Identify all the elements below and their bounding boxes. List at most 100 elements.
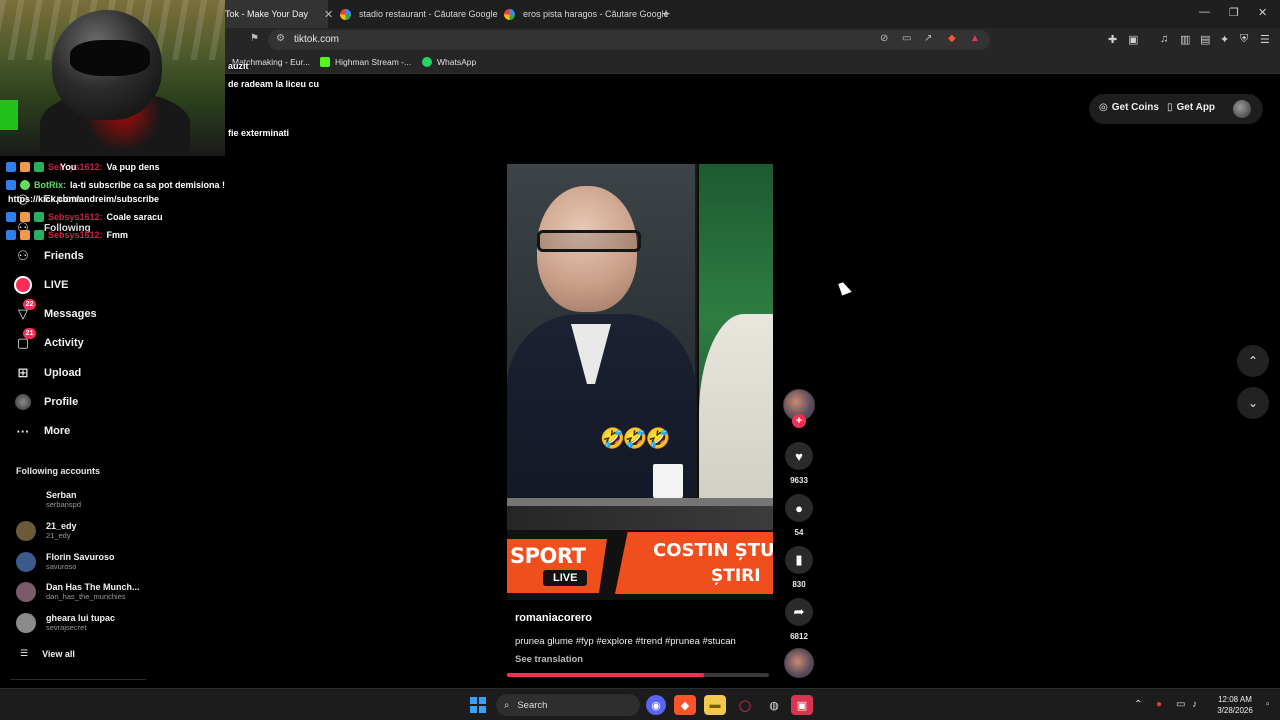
header-actions: ◎ Get Coins ▯ Get App <box>1089 94 1263 124</box>
volume-icon[interactable]: ♪ <box>1192 699 1197 710</box>
music-disc-icon[interactable] <box>784 648 814 678</box>
get-app-button[interactable]: ▯ Get App <box>1167 102 1215 113</box>
mouse-cursor <box>838 280 852 296</box>
share-icon[interactable]: ↗ <box>924 33 932 44</box>
sidebar-item-for-you-partial[interactable]: You <box>60 162 76 172</box>
follow-plus-icon[interactable]: + <box>792 414 806 428</box>
close-window-icon[interactable]: ✕ <box>1258 6 1267 19</box>
comment-button[interactable]: ● <box>785 494 813 522</box>
account-name: Dan Has The Munch... <box>46 582 140 592</box>
site-settings-icon[interactable]: ⚙ <box>276 33 285 44</box>
activity-icon: ▢ 21 <box>14 328 36 352</box>
see-translation-link[interactable]: See translation <box>515 654 583 665</box>
sidebar-item-upload[interactable]: ⊞ Upload <box>14 364 82 382</box>
tray-overflow-icon[interactable]: ⌃ <box>1134 699 1142 710</box>
comment-count: 54 <box>794 528 804 537</box>
network-icon[interactable]: ▭ <box>1176 699 1185 710</box>
previous-video-button[interactable]: ⌃ <box>1237 345 1269 377</box>
bookmark-label: WhatsApp <box>437 57 477 67</box>
restore-icon[interactable]: ❐ <box>1229 6 1239 19</box>
bookmark-label: Highman Stream -... <box>335 57 412 67</box>
extensions-icon[interactable]: ✚ <box>1108 33 1117 46</box>
chat-link-text: https://kick.com/andreim/subscribe <box>8 194 160 204</box>
next-video-button[interactable]: ⌄ <box>1237 387 1269 419</box>
discord-icon[interactable]: ◉ <box>646 695 666 715</box>
tab-tiktok[interactable]: Tok - Make Your Day ✕ <box>215 0 333 28</box>
avatar <box>16 613 36 633</box>
wallet2-icon[interactable]: ▤ <box>1200 33 1210 46</box>
sidebar-item-more[interactable]: ··· More <box>14 422 71 440</box>
windows-taskbar: ⌕ Search ◉ ◆ ▬ ◯ ◍ ▣ ⌃ ● ▭ ♪ 12:08 AM 3/… <box>0 688 1280 720</box>
chat-message: BotRix: la-ti subscribe ca sa pot demisi… <box>6 180 225 190</box>
chat-link: https://kick.com/andreim/subscribe <box>8 194 159 204</box>
windows-start-icon[interactable] <box>470 697 486 713</box>
avatar <box>16 552 36 572</box>
sidebar-item-activity[interactable]: ▢ 21 Activity <box>14 328 84 352</box>
vpn-icon[interactable]: ⛨ <box>1240 33 1248 46</box>
account-name: Florin Savuroso <box>46 552 115 562</box>
brave-rewards-icon[interactable]: ▲ <box>970 33 980 44</box>
minimize-icon[interactable]: — <box>1199 6 1210 18</box>
google-icon <box>340 8 351 20</box>
view-all-button[interactable]: ☰ View all <box>20 648 75 659</box>
app-icon[interactable]: ▣ <box>791 695 813 715</box>
following-account-dan-has-the-munchies[interactable]: Dan Has The Munch... dan_has_the_munchie… <box>16 582 140 602</box>
chat-username: Sebsys1612: <box>48 212 103 222</box>
brave-icon[interactable]: ◆ <box>674 695 696 715</box>
sidebar-item-messages[interactable]: ▽ 22 Messages <box>14 299 97 323</box>
avatar <box>16 582 36 602</box>
bookmark-whatsapp[interactable]: WhatsApp <box>422 57 476 67</box>
video-progress-bar[interactable] <box>507 673 769 677</box>
sidebar-item-friends[interactable]: ⚇ Friends <box>14 247 84 265</box>
activity-badge: 21 <box>23 328 36 339</box>
helmet-visor <box>70 40 150 76</box>
microphone-icon[interactable]: ● <box>1156 699 1162 710</box>
media-icon[interactable]: ♫ <box>1160 33 1168 45</box>
following-account-serban[interactable]: Serban serbanspd <box>16 490 81 510</box>
file-explorer-icon[interactable]: ▬ <box>704 695 726 715</box>
following-account-21-edy[interactable]: 21_edy 21_edy <box>16 521 77 541</box>
taskbar-search[interactable]: ⌕ Search <box>496 694 640 716</box>
sidebar-divider <box>10 679 146 680</box>
badge-icon <box>6 180 16 190</box>
get-coins-button[interactable]: ◎ Get Coins <box>1099 102 1159 113</box>
save-button[interactable]: ▮ <box>785 546 813 574</box>
following-account-gheara-lui-tupac[interactable]: gheara lui tupac sevrajsecret <box>16 613 115 633</box>
google-icon <box>504 8 515 20</box>
opera-icon[interactable]: ◯ <box>734 695 756 715</box>
chevron-down-icon: ⌄ <box>1247 396 1259 410</box>
bookmark-icon[interactable]: ⚑ <box>250 33 259 44</box>
comment-icon: ● <box>795 500 803 516</box>
steam-icon[interactable]: ◍ <box>763 695 785 715</box>
sidebar-toggle-icon[interactable]: ▥ <box>1180 33 1190 46</box>
leo-ai-icon[interactable]: ✦ <box>1220 33 1229 46</box>
sidebar-item-live[interactable]: LIVE <box>14 276 68 294</box>
menu-icon[interactable]: ☰ <box>1260 33 1270 46</box>
video-player[interactable]: 🤣🤣🤣 SPORT LIVE COSTIN ȘTUC ȘTIRI <box>507 164 773 600</box>
user-avatar[interactable] <box>1233 100 1251 118</box>
bookmark-highman-stream[interactable]: Highman Stream -... <box>320 57 411 67</box>
tab-stadio-restaurant[interactable]: stadio restaurant - Căutare Google <box>330 0 498 28</box>
video-progress-fill <box>507 673 704 677</box>
taskbar-clock[interactable]: 12:08 AM 3/28/2026 <box>1208 694 1262 716</box>
notifications-icon[interactable]: ▫ <box>1266 699 1270 710</box>
sidebar-item-label: Upload <box>44 367 82 379</box>
banner-sport-text: SPORT <box>510 544 586 568</box>
new-tab-icon[interactable]: + <box>662 5 670 21</box>
tracking-off-icon[interactable]: ⊘ <box>880 33 888 44</box>
badge-icon <box>20 162 30 172</box>
sidebar-item-profile[interactable]: Profile <box>14 393 78 411</box>
cast-icon[interactable]: ▭ <box>902 33 911 44</box>
brave-shields-icon[interactable]: ◆ <box>948 33 956 44</box>
wallet-icon[interactable]: ▣ <box>1128 33 1138 46</box>
tab-eros-pista[interactable]: eros pista haragos - Căutare Google <box>494 0 669 28</box>
omnibox[interactable]: ⚙ tiktok.com ⊘ ▭ ↗ ◆ ▲ <box>268 30 990 50</box>
url-text[interactable]: tiktok.com <box>294 34 339 45</box>
following-account-florin-savuroso[interactable]: Florin Savuroso savuroso <box>16 552 115 572</box>
video-author[interactable]: romaniacorero <box>515 612 592 624</box>
share-button[interactable]: ➦ <box>785 598 813 626</box>
following-accounts-title: Following accounts <box>16 466 101 476</box>
like-button[interactable]: ♥ <box>785 442 813 470</box>
clock-time: 12:08 AM <box>1218 695 1252 704</box>
badge-icon <box>34 212 44 222</box>
